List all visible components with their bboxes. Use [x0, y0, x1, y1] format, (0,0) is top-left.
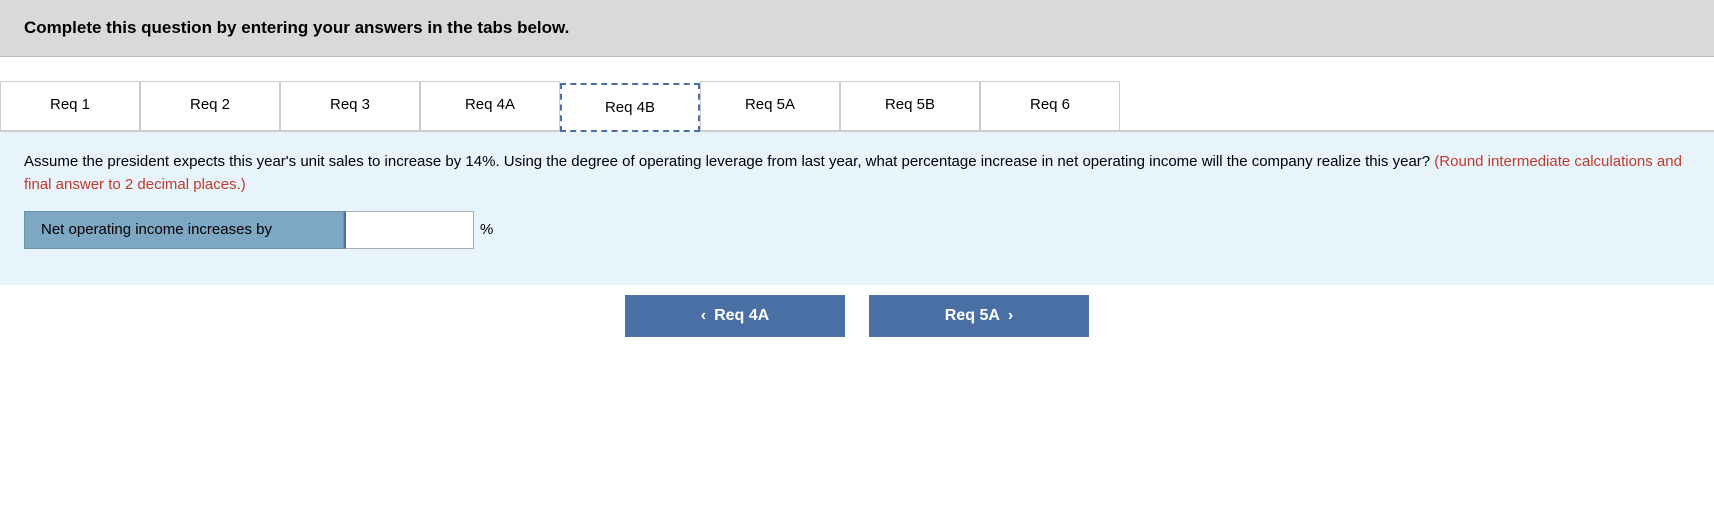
- buttons-row: ‹ Req 4A Req 5A ›: [0, 285, 1714, 355]
- prev-button[interactable]: ‹ Req 4A: [625, 295, 845, 337]
- answer-label: Net operating income increases by: [24, 211, 344, 249]
- spacer: [0, 57, 1714, 71]
- tab-req2[interactable]: Req 2: [140, 81, 280, 130]
- net-operating-income-input[interactable]: [344, 211, 474, 249]
- tab-req3[interactable]: Req 3: [280, 81, 420, 130]
- next-icon: ›: [1008, 307, 1013, 325]
- tab-req4a[interactable]: Req 4A: [420, 81, 560, 130]
- answer-row: Net operating income increases by %: [24, 211, 1690, 249]
- header-bar: Complete this question by entering your …: [0, 0, 1714, 57]
- question-text-main: Assume the president expects this year's…: [24, 153, 1430, 170]
- tabs-row: Req 1 Req 2 Req 3 Req 4A Req 4B Req 5A R…: [0, 81, 1714, 132]
- content-area: Assume the president expects this year's…: [0, 132, 1714, 285]
- page-title: Complete this question by entering your …: [24, 18, 569, 37]
- prev-icon: ‹: [701, 307, 706, 325]
- tab-req4b[interactable]: Req 4B: [560, 83, 700, 132]
- question-text: Assume the president expects this year's…: [24, 150, 1690, 197]
- tab-req6[interactable]: Req 6: [980, 81, 1120, 130]
- prev-button-label: Req 4A: [714, 307, 769, 325]
- next-button-label: Req 5A: [945, 307, 1000, 325]
- percent-symbol: %: [480, 221, 493, 238]
- tab-req5b[interactable]: Req 5B: [840, 81, 980, 130]
- tab-req5a[interactable]: Req 5A: [700, 81, 840, 130]
- tab-req1[interactable]: Req 1: [0, 81, 140, 130]
- next-button[interactable]: Req 5A ›: [869, 295, 1089, 337]
